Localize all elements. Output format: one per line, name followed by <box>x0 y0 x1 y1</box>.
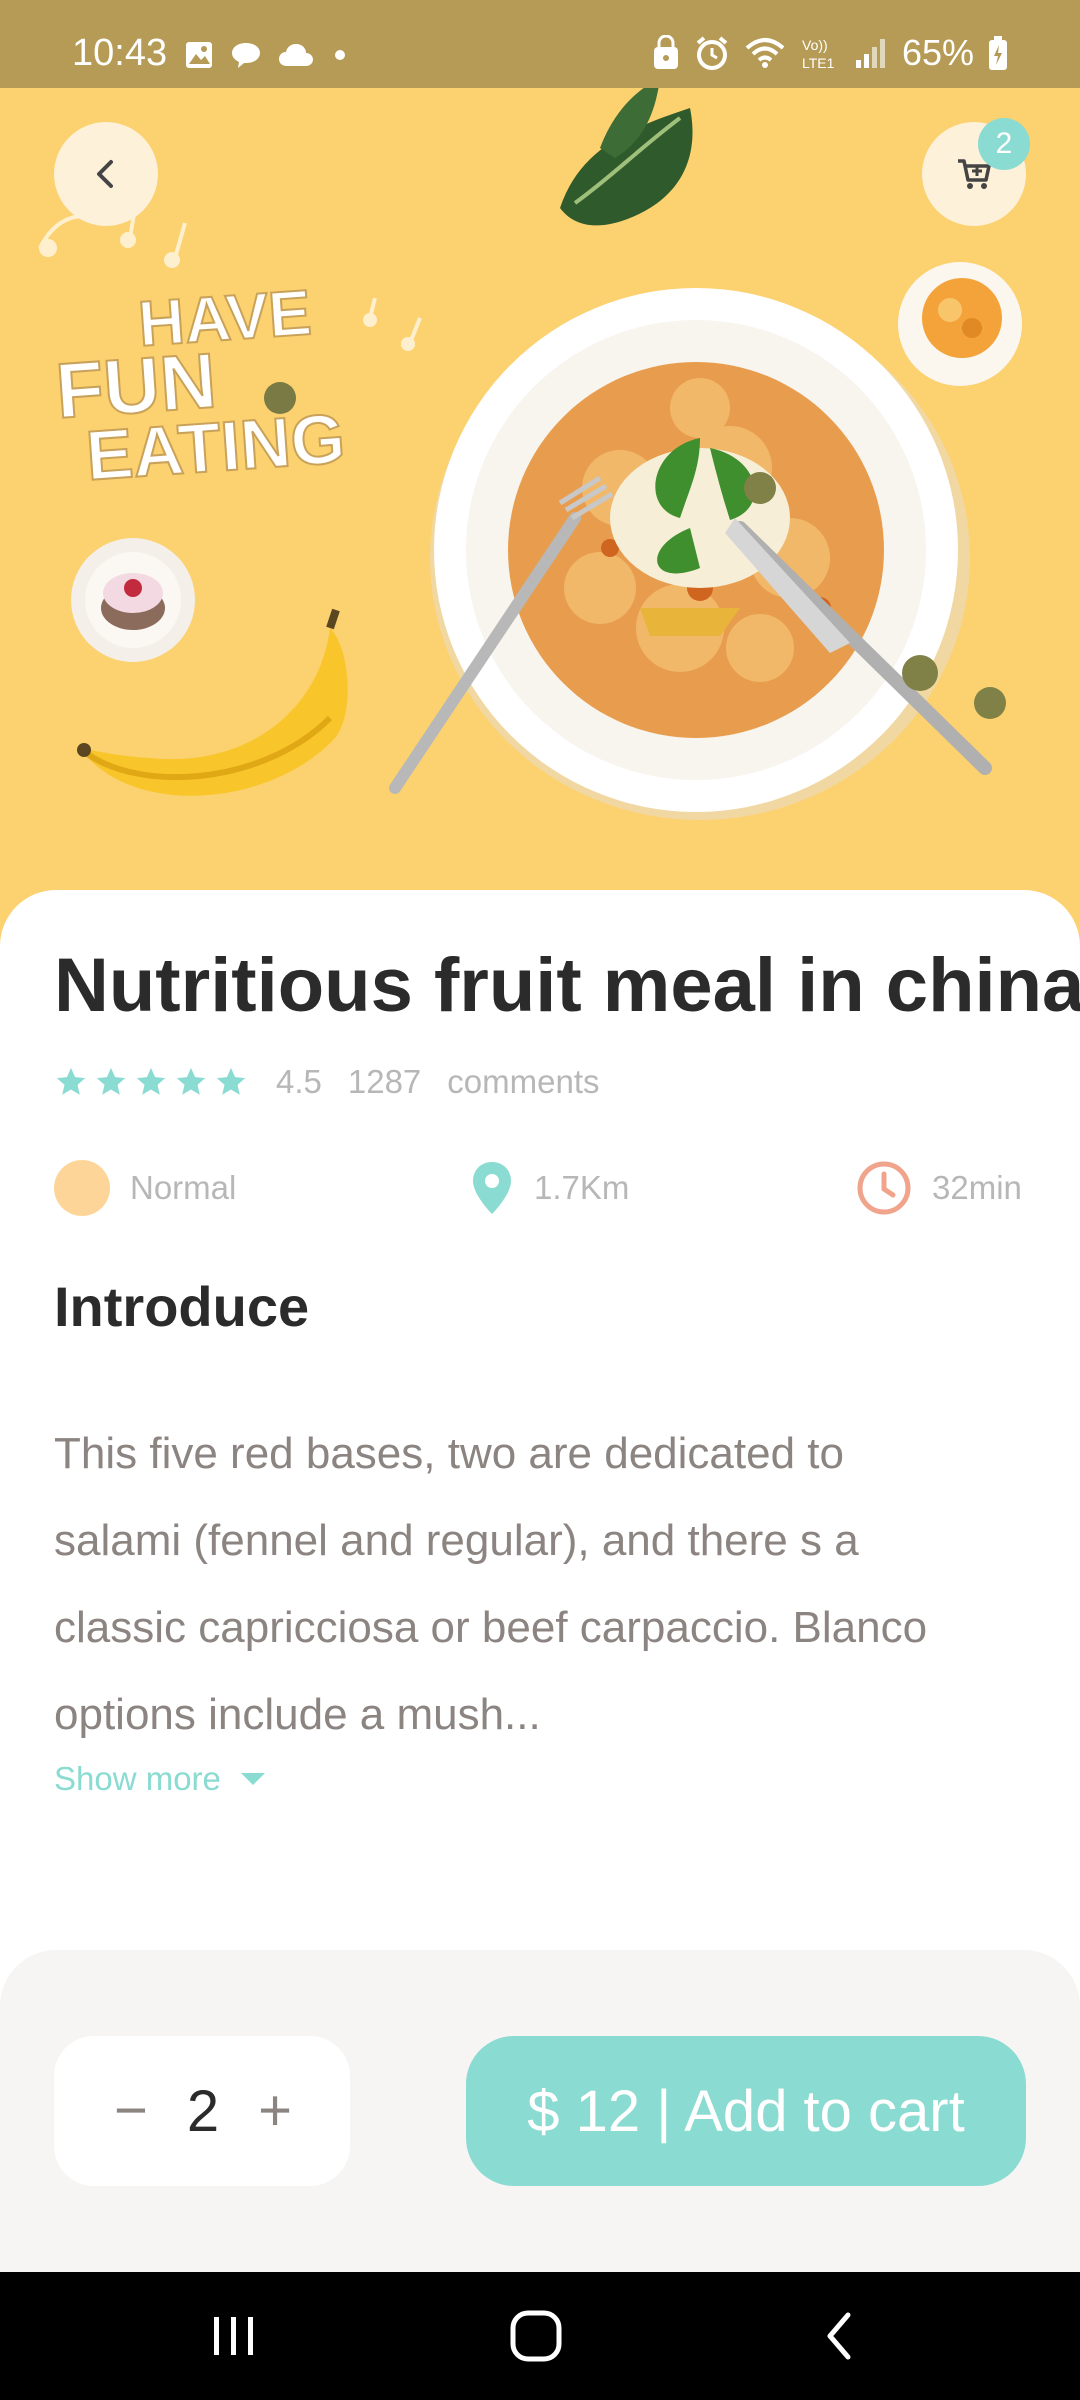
delivery-time-label: 32min <box>932 1169 1022 1206</box>
recent-apps-button[interactable] <box>204 2306 264 2366</box>
battery-icon <box>989 36 1007 70</box>
spice-level-dot-icon <box>54 1160 110 1216</box>
show-more-button[interactable]: Show more <box>54 1760 267 1798</box>
increase-quantity-button[interactable]: + <box>258 2082 292 2140</box>
introduce-heading: Introduce <box>54 1275 310 1338</box>
star-icon <box>176 1067 206 1095</box>
star-icon <box>96 1067 126 1095</box>
spice-level-label: Normal <box>130 1169 237 1206</box>
distance-label: 1.7Km <box>534 1169 630 1206</box>
chat-icon <box>232 43 260 68</box>
star-icon <box>216 1067 246 1095</box>
quantity-value: 2 <box>186 2078 220 2144</box>
cupcake-plate <box>71 538 195 662</box>
product-details: Nutritious fruit meal in china 4.5 1287 … <box>0 890 1080 1950</box>
system-status: Vo)) LTE1 65% <box>652 32 1008 74</box>
back-arrow-icon <box>827 2312 851 2360</box>
decrease-quantity-button[interactable]: − <box>114 2082 148 2140</box>
description: This five red bases, two are dedicated t… <box>54 1410 1034 1758</box>
notification-icons <box>184 40 350 70</box>
home-button[interactable] <box>506 2306 566 2366</box>
description-line: This five red bases, two are dedicated t… <box>54 1429 844 1478</box>
cloud-icon <box>279 44 313 66</box>
recent-apps-icon <box>214 2317 253 2355</box>
battery-percent: 65% <box>901 32 974 73</box>
product-hero-image: HAVE FUN EATING 2 <box>0 88 1080 948</box>
leaf-decoration <box>560 88 693 226</box>
svg-text:EATING: EATING <box>84 399 348 495</box>
system-back-button[interactable] <box>810 2306 870 2366</box>
dot-icon <box>335 50 345 60</box>
distance: 1.7Km <box>470 1158 629 1218</box>
show-more-label: Show more <box>54 1760 221 1797</box>
status-bar: 10:43 Vo)) LTE1 65% <box>0 0 1080 88</box>
gallery-icon <box>186 42 212 68</box>
review-count: 1287 <box>347 1063 422 1100</box>
volte-icon: Vo)) LTE1 <box>802 37 835 71</box>
chevron-left-icon <box>97 160 113 188</box>
description-line: options include a mush... <box>54 1690 541 1739</box>
clock-icon <box>857 1161 911 1215</box>
home-icon <box>510 2310 562 2362</box>
star-icon <box>136 1067 166 1095</box>
add-to-cart-button[interactable]: $ 12 | Add to cart <box>466 2036 1026 2186</box>
wifi-icon <box>745 38 785 68</box>
honey-bowl <box>898 262 1022 386</box>
star-rating <box>54 1065 248 1099</box>
cart-button[interactable]: 2 <box>922 118 1030 226</box>
reviews-link[interactable]: comments <box>447 1063 599 1101</box>
alarm-icon <box>696 36 728 70</box>
cart-count-badge: 2 <box>978 118 1030 170</box>
rating-row: 4.5 1287 comments <box>54 1058 626 1106</box>
signal-icon <box>855 39 885 68</box>
rating-value: 4.5 <box>276 1063 322 1100</box>
pasta-plate <box>430 288 970 820</box>
lock-icon <box>653 35 678 69</box>
svg-text:Vo)): Vo)) <box>802 37 828 53</box>
caret-down-icon <box>240 1773 265 1785</box>
description-line: classic capricciosa or beef carpaccio. B… <box>54 1603 928 1652</box>
food-illustration: HAVE FUN EATING <box>38 88 1022 820</box>
description-line: salami (fennel and regular), and there s… <box>54 1516 859 1565</box>
quantity-stepper: − 2 + <box>54 2036 350 2186</box>
system-navigation-bar <box>0 2272 1080 2400</box>
status-time: 10:43 <box>72 32 168 74</box>
cart-action-bar: − 2 + $ 12 | Add to cart <box>0 1950 1080 2272</box>
star-icon <box>56 1067 86 1095</box>
spice-level: Normal <box>54 1158 236 1218</box>
location-pin-icon <box>473 1162 511 1214</box>
have-fun-eating-art: HAVE FUN EATING <box>52 275 349 496</box>
meta-row: Normal 1.7Km 32min <box>54 1158 1026 1218</box>
delivery-time: 32min <box>856 1158 1022 1218</box>
svg-text:LTE1: LTE1 <box>802 55 835 71</box>
back-button[interactable] <box>54 122 158 226</box>
product-title: Nutritious fruit meal in china <box>54 943 1080 1028</box>
